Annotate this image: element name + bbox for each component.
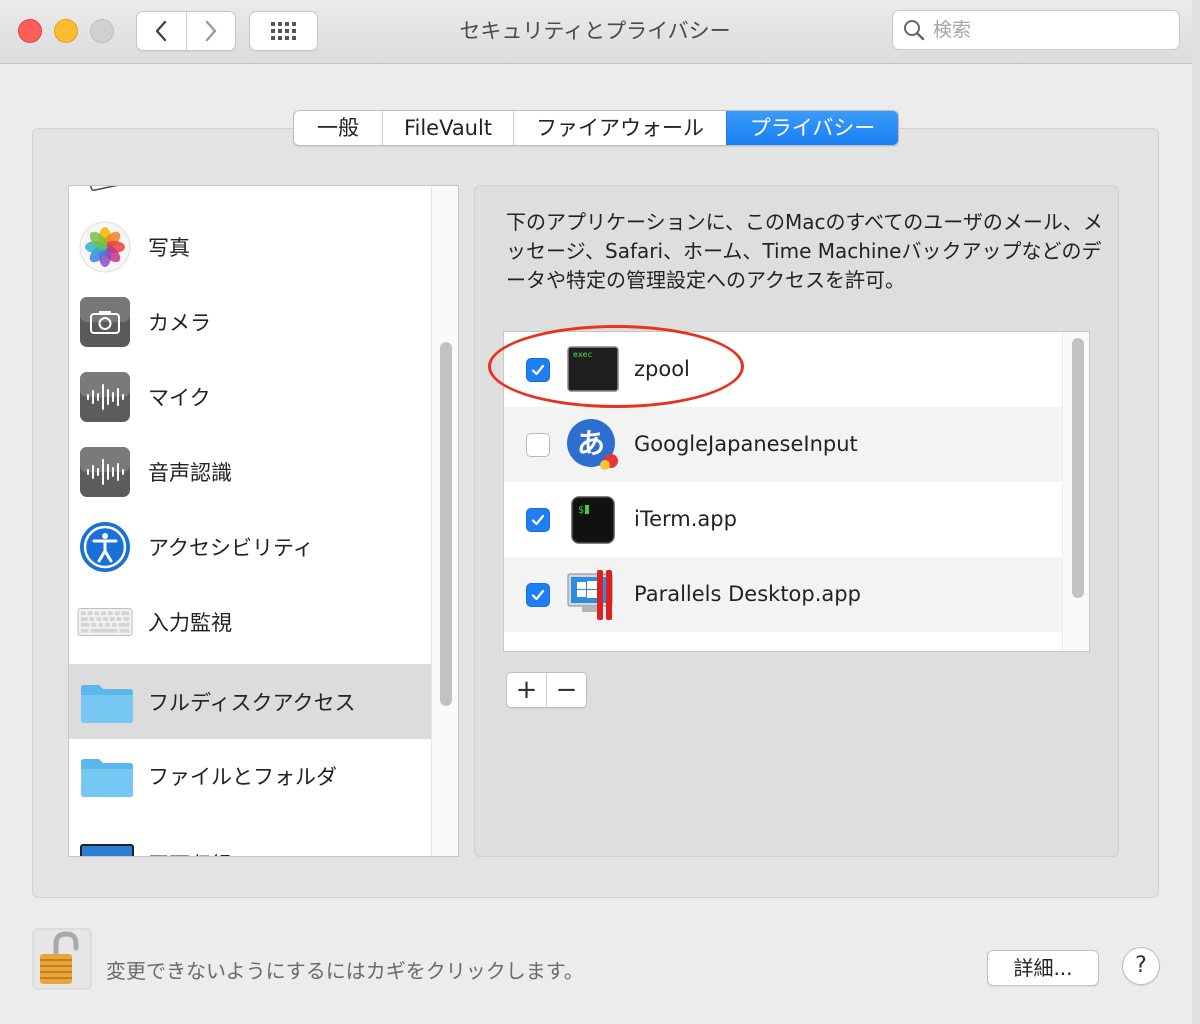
folder-icon bbox=[81, 684, 133, 723]
hiragana-a-label: あ bbox=[577, 427, 605, 460]
app-checkbox[interactable] bbox=[526, 508, 550, 532]
iterm-icon: $ bbox=[571, 496, 615, 544]
screen-icon bbox=[80, 843, 134, 856]
sidebar-item-speech-recognition[interactable]: 音声認識 bbox=[69, 434, 431, 509]
sidebar-item-label: フルディスクアクセス bbox=[148, 690, 356, 715]
sidebar-scrollbar[interactable] bbox=[431, 186, 458, 856]
sidebar-item-input-monitoring[interactable]: 入力監視 bbox=[69, 584, 431, 659]
parallels-desktop-icon bbox=[567, 570, 613, 620]
sidebar-item-files-and-folders[interactable]: ファイルとフォルダ bbox=[69, 738, 431, 813]
lock-icon[interactable] bbox=[32, 928, 92, 990]
checkmark-icon bbox=[531, 364, 545, 376]
sidebar-item-full-disk-access[interactable]: フルディスクアクセス bbox=[69, 664, 431, 739]
privacy-category-list[interactable]: 写真 カメラ マイク 音声認識 アクセシビリティ 入力監視 フルディスクアクセス… bbox=[68, 185, 459, 857]
speech-recognition-icon bbox=[80, 446, 130, 497]
sidebar-item-accessibility[interactable]: アクセシビリティ bbox=[69, 509, 431, 584]
app-row-parallels-desktop[interactable]: Parallels Desktop.app bbox=[504, 557, 1062, 632]
lock-hint-text: 変更できないようにするにはカギをクリックします。 bbox=[106, 959, 584, 983]
app-row-zpool[interactable]: exec zpool bbox=[504, 332, 1062, 407]
google-japanese-input-icon: あ bbox=[567, 419, 618, 470]
tab-bar: 一般 FileVault ファイアウォール プライバシー bbox=[293, 110, 899, 146]
tab-firewall[interactable]: ファイアウォール bbox=[513, 111, 726, 145]
sidebar-item-label: 写真 bbox=[148, 235, 190, 260]
search-icon bbox=[904, 20, 925, 41]
sidebar-item-label: 入力監視 bbox=[148, 610, 232, 635]
folder-icon bbox=[81, 758, 133, 797]
sidebar-item-contacts-partial[interactable] bbox=[69, 186, 431, 209]
window-edge bbox=[1192, 0, 1200, 1024]
app-checkbox[interactable] bbox=[526, 583, 550, 607]
sidebar-item-camera[interactable]: カメラ bbox=[69, 284, 431, 359]
checkmark-icon bbox=[531, 589, 545, 601]
app-checkbox[interactable] bbox=[526, 358, 550, 382]
access-description: 下のアプリケーションに、このMacのすべてのユーザのメール、メッセージ、Safa… bbox=[506, 210, 1103, 292]
app-list[interactable]: exec zpool あ GoogleJapaneseInput $ iTerm… bbox=[503, 331, 1090, 652]
checkmark-icon bbox=[531, 514, 545, 526]
app-name: iTerm.app bbox=[634, 507, 737, 531]
prompt-label: $ bbox=[578, 505, 584, 516]
tab-filevault[interactable]: FileVault bbox=[382, 111, 513, 145]
sidebar-item-label: アクセシビリティ bbox=[148, 535, 314, 560]
sidebar-item-label: 画面収録 bbox=[148, 849, 232, 856]
help-button[interactable]: ? bbox=[1122, 947, 1160, 985]
app-name: Parallels Desktop.app bbox=[634, 582, 861, 606]
sidebar-item-label: カメラ bbox=[148, 310, 211, 335]
sidebar-item-label: ファイルとフォルダ bbox=[148, 764, 337, 789]
exec-label: exec bbox=[573, 350, 592, 359]
remove-app-button[interactable]: − bbox=[546, 673, 586, 707]
add-app-button[interactable]: + bbox=[507, 673, 546, 707]
tab-general[interactable]: 一般 bbox=[294, 111, 382, 145]
sidebar-item-label: 音声認識 bbox=[148, 460, 232, 485]
sidebar-item-microphone[interactable]: マイク bbox=[69, 359, 431, 434]
sidebar-item-screen-recording[interactable]: 画面収録 bbox=[69, 812, 431, 856]
camera-icon bbox=[80, 296, 130, 347]
app-list-scrollbar-thumb[interactable] bbox=[1072, 338, 1084, 598]
tab-privacy[interactable]: プライバシー bbox=[726, 111, 898, 145]
app-list-scrollbar[interactable] bbox=[1062, 332, 1089, 651]
app-row-partial[interactable] bbox=[504, 632, 1062, 652]
app-checkbox[interactable] bbox=[526, 433, 550, 457]
app-name: GoogleJapaneseInput bbox=[634, 432, 858, 456]
search-input[interactable] bbox=[933, 19, 1163, 41]
app-partial-icon bbox=[566, 643, 620, 652]
contacts-icon bbox=[88, 186, 123, 191]
accessibility-icon bbox=[80, 521, 130, 572]
add-remove-controls: + − bbox=[506, 672, 587, 708]
search-field[interactable] bbox=[892, 10, 1180, 50]
title-bar: セキュリティとプライバシー bbox=[0, 0, 1200, 64]
details-button[interactable]: 詳細... bbox=[987, 950, 1099, 986]
sidebar-item-label: マイク bbox=[148, 385, 211, 410]
exec-terminal-icon: exec bbox=[567, 346, 619, 392]
keyboard-icon bbox=[77, 607, 133, 636]
app-row-iterm[interactable]: $ iTerm.app bbox=[504, 482, 1062, 557]
sidebar-item-photos[interactable]: 写真 bbox=[69, 209, 431, 284]
sidebar-scrollbar-thumb[interactable] bbox=[440, 342, 452, 706]
photos-icon bbox=[79, 221, 131, 272]
microphone-icon bbox=[80, 371, 130, 422]
app-row-google-japanese-input[interactable]: あ GoogleJapaneseInput bbox=[504, 407, 1062, 482]
app-name: zpool bbox=[634, 357, 690, 381]
